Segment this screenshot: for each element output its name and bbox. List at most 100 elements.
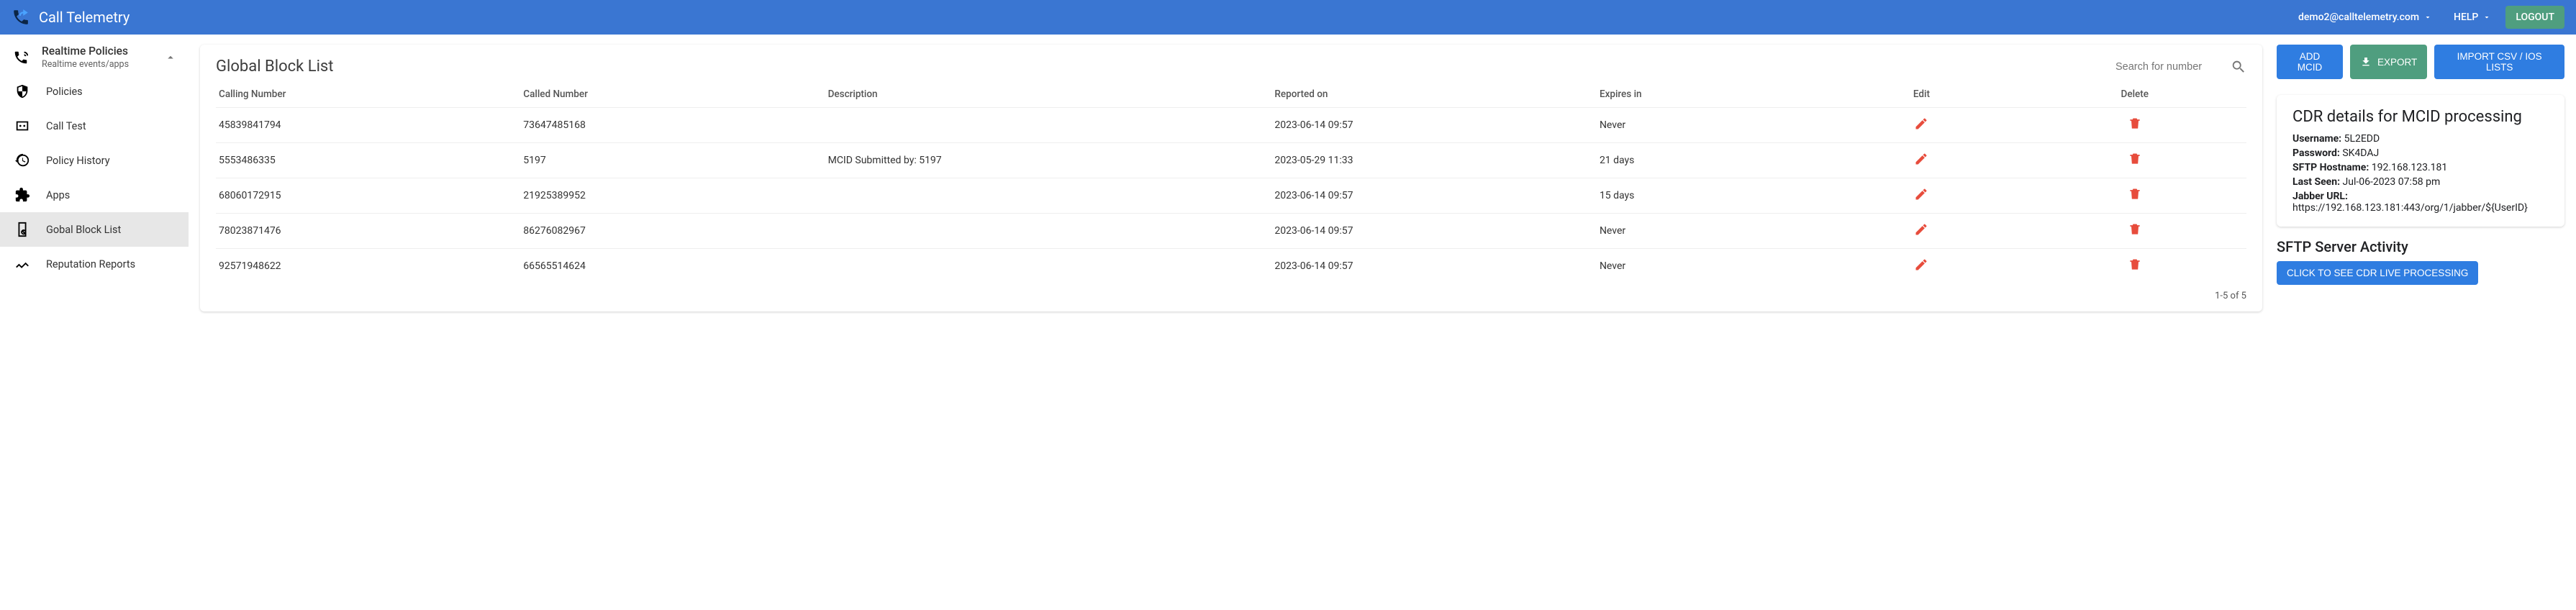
col-edit: Edit [1820, 83, 2023, 108]
edit-icon[interactable] [1914, 187, 1928, 201]
user-menu[interactable]: demo2@calltelemetry.com [2291, 7, 2439, 27]
cdr-host-label: SFTP Hostname: [2292, 162, 2369, 173]
cdr-lastseen-label: Last Seen: [2292, 176, 2340, 188]
cell-desc: MCID Submitted by: 5197 [825, 143, 1272, 178]
cell-desc [825, 178, 1272, 214]
delete-icon[interactable] [2128, 152, 2142, 166]
cell-reported: 2023-05-29 11:33 [1271, 143, 1597, 178]
edit-icon[interactable] [1914, 117, 1928, 131]
cdr-username-label: Username: [2292, 133, 2341, 145]
cell-reported: 2023-06-14 09:57 [1271, 249, 1597, 284]
cell-reported: 2023-06-14 09:57 [1271, 214, 1597, 249]
block-icon [14, 222, 30, 237]
cdr-details-card: CDR details for MCID processing Username… [2277, 95, 2564, 227]
col-reported: Reported on [1271, 83, 1597, 108]
help-menu[interactable]: HELP [2446, 7, 2498, 27]
cell-called: 86276082967 [520, 214, 825, 249]
sidebar-item-block[interactable]: Gobal Block List [0, 212, 189, 247]
col-delete: Delete [2023, 83, 2246, 108]
sidebar-section-sub: Realtime events/apps [42, 59, 151, 70]
app-header: Call Telemetry demo2@calltelemetry.com H… [0, 0, 2576, 35]
sidebar-section-realtime[interactable]: Realtime Policies Realtime events/apps [0, 39, 189, 74]
table-row: 4583984179473647485168 2023-06-14 09:57Ne… [216, 108, 2246, 143]
cell-desc [825, 249, 1272, 284]
sidebar-item-label: Gobal Block List [46, 224, 121, 236]
cell-reported: 2023-06-14 09:57 [1271, 178, 1597, 214]
chevron-down-icon [2482, 13, 2491, 22]
table-row: 55534863355197MCID Submitted by: 5197202… [216, 143, 2246, 178]
sidebar-item-label: Reputation Reports [46, 258, 135, 270]
cell-expires: Never [1597, 249, 1820, 284]
edit-icon[interactable] [1914, 258, 1928, 272]
cell-reported: 2023-06-14 09:57 [1271, 108, 1597, 143]
sidebar-item-label: Apps [46, 189, 70, 201]
cdr-password: SK4DAJ [2342, 147, 2379, 159]
report-icon [14, 256, 30, 272]
table-row: 92571948622665655146242023-06-14 09:57Ne… [216, 249, 2246, 284]
delete-icon[interactable] [2128, 117, 2142, 131]
cell-expires: 15 days [1597, 178, 1820, 214]
pagination-label: 1-5 of 5 [216, 283, 2246, 301]
delete-icon[interactable] [2128, 222, 2142, 237]
sftp-title: SFTP Server Activity [2277, 238, 2564, 255]
cell-calling: 78023871476 [216, 214, 520, 249]
phone-logo-icon [12, 8, 30, 27]
cell-desc [825, 108, 1272, 143]
col-called: Called Number [520, 83, 825, 108]
phone-ring-icon [13, 50, 29, 65]
cdr-title: CDR details for MCID processing [2292, 108, 2549, 126]
search-input[interactable] [2115, 61, 2231, 73]
table-title: Global Block List [216, 58, 334, 76]
cdr-username: 5L2EDD [2344, 133, 2380, 145]
export-label: EXPORT [2377, 57, 2417, 68]
block-list-table: Calling Number Called Number Description… [216, 83, 2246, 283]
cdr-password-label: Password: [2292, 147, 2340, 159]
edit-icon[interactable] [1914, 152, 1928, 166]
chevron-down-icon [2423, 13, 2432, 22]
cell-expires: 21 days [1597, 143, 1820, 178]
download-icon [2360, 56, 2372, 68]
cell-calling: 68060172915 [216, 178, 520, 214]
export-button[interactable]: EXPORT [2350, 45, 2427, 79]
sidebar-item-apps[interactable]: Apps [0, 178, 189, 212]
cell-called: 21925389952 [520, 178, 825, 214]
col-expires: Expires in [1597, 83, 1820, 108]
user-email: demo2@calltelemetry.com [2298, 12, 2419, 23]
table-row: 7802387147686276082967 2023-06-14 09:57Ne… [216, 214, 2246, 249]
history-icon [14, 152, 30, 168]
cdr-host: 192.168.123.181 [2372, 162, 2448, 173]
col-calling: Calling Number [216, 83, 520, 108]
logout-button[interactable]: LOGOUT [2505, 6, 2564, 29]
policies-icon [14, 83, 30, 99]
cell-calling: 45839841794 [216, 108, 520, 143]
search-icon[interactable] [2231, 59, 2246, 75]
cdr-jabber-label: Jabber URL: [2292, 191, 2348, 202]
delete-icon[interactable] [2128, 258, 2142, 272]
help-label: HELP [2454, 12, 2478, 23]
block-list-card: Global Block List Calling Number Called … [200, 45, 2262, 311]
sidebar-section-title: Realtime Policies [42, 45, 151, 58]
sidebar-item-label: Call Test [46, 120, 86, 132]
import-button[interactable]: IMPORT CSV / IOS LISTS [2434, 45, 2564, 79]
sidebar-item-history[interactable]: Policy History [0, 143, 189, 178]
cdr-lastseen: Jul-06-2023 07:58 pm [2343, 176, 2441, 188]
sftp-live-button[interactable]: CLICK TO SEE CDR LIVE PROCESSING [2277, 261, 2478, 285]
chevron-up-icon [164, 51, 177, 64]
sidebar-item-policies[interactable]: Policies [0, 74, 189, 109]
apps-icon [14, 187, 30, 203]
cell-called: 73647485168 [520, 108, 825, 143]
cell-desc [825, 214, 1272, 249]
add-mcid-button[interactable]: ADD MCID [2277, 45, 2343, 79]
cdr-jabber: https://192.168.123.181:443/org/1/jabber… [2292, 202, 2528, 214]
cell-expires: Never [1597, 214, 1820, 249]
delete-icon[interactable] [2128, 187, 2142, 201]
calltest-icon [14, 118, 30, 134]
cell-calling: 5553486335 [216, 143, 520, 178]
sidebar-item-calltest[interactable]: Call Test [0, 109, 189, 143]
sidebar-item-label: Policies [46, 86, 83, 98]
sidebar: Realtime Policies Realtime events/apps P… [0, 35, 189, 319]
col-desc: Description [825, 83, 1272, 108]
sidebar-item-report[interactable]: Reputation Reports [0, 247, 189, 281]
edit-icon[interactable] [1914, 222, 1928, 237]
cell-expires: Never [1597, 108, 1820, 143]
